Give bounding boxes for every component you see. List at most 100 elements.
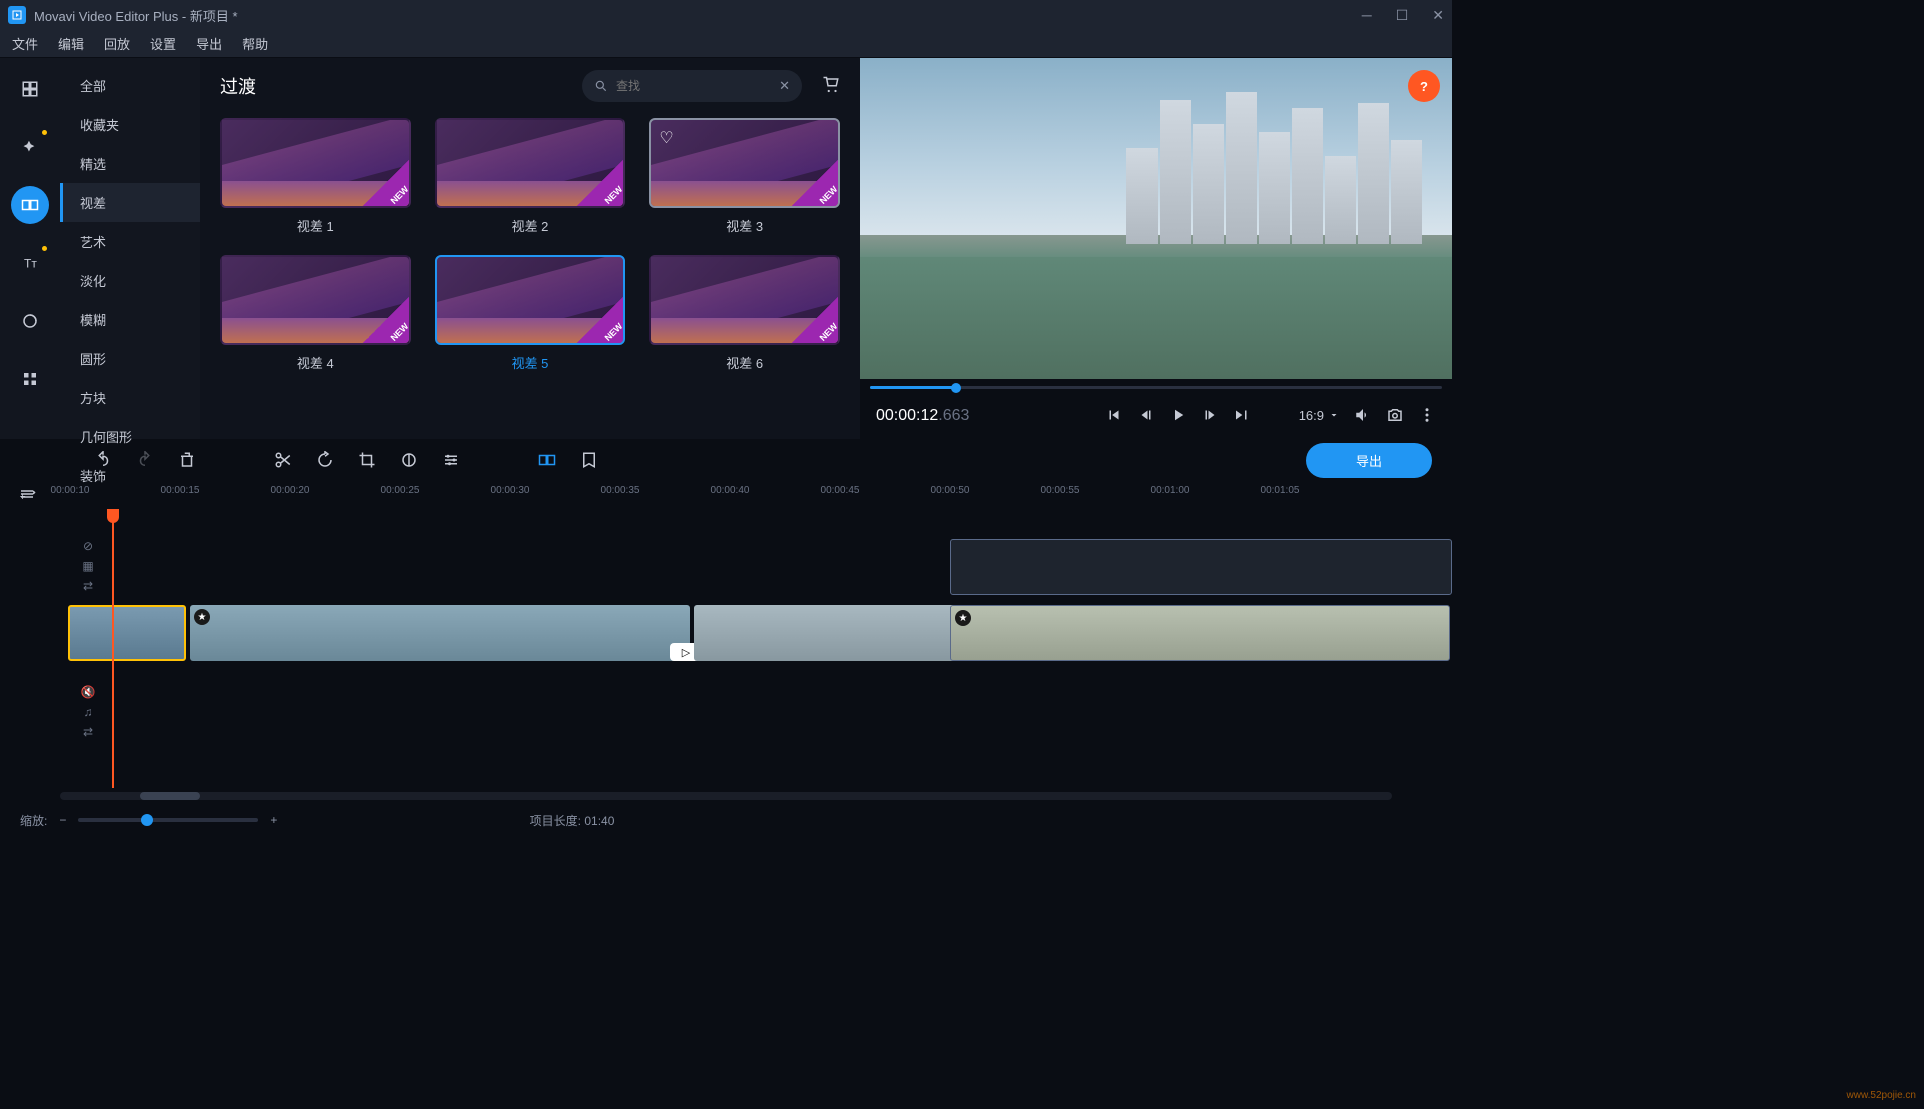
favorite-icon[interactable]: ♡: [659, 128, 673, 148]
ruler-tick: 00:00:20: [271, 485, 310, 496]
menu-playback[interactable]: 回放: [104, 34, 130, 53]
prev-clip-button[interactable]: [1105, 406, 1123, 424]
help-button[interactable]: ?: [1408, 70, 1440, 102]
rotate-button[interactable]: [316, 451, 334, 469]
clip-properties-button[interactable]: [442, 451, 460, 469]
transitions-button[interactable]: [11, 186, 49, 224]
timeline-ruler[interactable]: + 00:00:1000:00:1500:00:2000:00:2500:00:…: [0, 481, 1452, 509]
search-input[interactable]: [616, 79, 771, 93]
transition-item-1[interactable]: NEW视差 1: [220, 118, 411, 235]
add-track-button[interactable]: +: [18, 485, 36, 506]
ruler-tick: 00:00:50: [931, 485, 970, 496]
cat-featured[interactable]: 精选: [60, 144, 200, 183]
cat-parallax[interactable]: 视差: [60, 183, 200, 222]
playhead[interactable]: [112, 509, 114, 788]
overlay-track-icon[interactable]: ▦: [82, 559, 93, 573]
more-button[interactable]: [11, 360, 49, 398]
titles-button[interactable]: Tᴛ: [11, 244, 49, 282]
menu-settings[interactable]: 设置: [150, 34, 176, 53]
category-panel: 全部 收藏夹 精选 视差 艺术 淡化 模糊 圆形 方块 几何图形 装饰: [60, 58, 200, 439]
audio-link-icon[interactable]: ⇄: [83, 725, 93, 739]
delete-button[interactable]: [178, 451, 196, 469]
play-button[interactable]: [1169, 406, 1187, 424]
menu-help[interactable]: 帮助: [242, 34, 268, 53]
import-button[interactable]: [11, 70, 49, 108]
preview-more-button[interactable]: [1418, 406, 1436, 424]
cat-art[interactable]: 艺术: [60, 222, 200, 261]
transition-item-5[interactable]: NEW视差 5: [435, 255, 626, 372]
menu-export[interactable]: 导出: [196, 34, 222, 53]
ruler-tick: 00:00:15: [161, 485, 200, 496]
cat-circle[interactable]: 圆形: [60, 339, 200, 378]
stickers-button[interactable]: [11, 302, 49, 340]
video-clip-2[interactable]: ★: [190, 605, 690, 661]
clip-effect-icon[interactable]: ★: [955, 610, 971, 626]
zoom-in-button[interactable]: +: [270, 813, 277, 827]
export-button[interactable]: 导出: [1306, 443, 1432, 478]
ruler-tick: 00:00:30: [491, 485, 530, 496]
snapshot-button[interactable]: [1386, 406, 1404, 424]
cat-blur[interactable]: 模糊: [60, 300, 200, 339]
watermark: www.52pojie.cn: [1847, 1090, 1916, 1101]
transition-item-3[interactable]: ♡NEW视差 3: [649, 118, 840, 235]
search-icon: [594, 79, 608, 93]
aspect-ratio-select[interactable]: 16:9: [1299, 408, 1340, 423]
transition-item-4[interactable]: NEW视差 4: [220, 255, 411, 372]
undo-button[interactable]: [94, 451, 112, 469]
time-display: 00:00:12.663: [876, 405, 969, 425]
ruler-tick: 00:01:00: [1151, 485, 1190, 496]
ruler-tick: 00:00:40: [711, 485, 750, 496]
transition-wizard-button[interactable]: [538, 451, 556, 469]
zoom-label: 缩放:: [20, 812, 47, 829]
ruler-tick: 00:01:05: [1261, 485, 1300, 496]
transition-item-6[interactable]: NEW视差 6: [649, 255, 840, 372]
redo-button[interactable]: [136, 451, 154, 469]
playbar[interactable]: [870, 383, 1442, 391]
transitions-panel: 过渡 ✕ NEW视差 1 NEW视差 2 ♡NEW视差 3 NEW视差 4 NE…: [200, 58, 860, 439]
transition-item-2[interactable]: NEW视差 2: [435, 118, 626, 235]
cat-fade[interactable]: 淡化: [60, 261, 200, 300]
overlay-link-icon[interactable]: ⇄: [83, 579, 93, 593]
marker-button[interactable]: [580, 451, 598, 469]
filters-button[interactable]: [11, 128, 49, 166]
ruler-tick: 00:00:25: [381, 485, 420, 496]
overlay-visibility-icon[interactable]: ⊘: [83, 539, 93, 553]
menubar: 文件 编辑 回放 设置 导出 帮助: [0, 30, 1452, 58]
svg-text:+: +: [20, 491, 26, 503]
next-frame-button[interactable]: [1201, 406, 1219, 424]
zoom-out-button[interactable]: −: [59, 813, 66, 827]
maximize-button[interactable]: ☐: [1396, 7, 1409, 24]
toolbar-left: Tᴛ: [0, 58, 60, 439]
window-title: Movavi Video Editor Plus - 新项目 *: [34, 6, 1362, 25]
cart-icon[interactable]: [822, 76, 840, 97]
titlebar: Movavi Video Editor Plus - 新项目 * ─ ☐ ✕: [0, 0, 1452, 30]
clip-effect-icon[interactable]: ★: [194, 609, 210, 625]
crop-button[interactable]: [358, 451, 376, 469]
volume-button[interactable]: [1354, 406, 1372, 424]
color-adjust-button[interactable]: [400, 451, 418, 469]
cat-block[interactable]: 方块: [60, 378, 200, 417]
close-button[interactable]: ✕: [1432, 7, 1444, 24]
preview-panel: ? 00:00:12.663 16:9: [860, 58, 1452, 439]
next-clip-button[interactable]: [1233, 406, 1251, 424]
menu-file[interactable]: 文件: [12, 34, 38, 53]
preview-video[interactable]: ?: [860, 58, 1452, 379]
transitions-title: 过渡: [220, 73, 570, 99]
menu-edit[interactable]: 编辑: [58, 34, 84, 53]
clear-search-icon[interactable]: ✕: [779, 78, 790, 94]
prev-frame-button[interactable]: [1137, 406, 1155, 424]
cat-favorites[interactable]: 收藏夹: [60, 105, 200, 144]
overlay-clip[interactable]: [950, 539, 1452, 595]
audio-mute-icon[interactable]: 🔇: [81, 685, 96, 699]
minimize-button[interactable]: ─: [1362, 7, 1372, 24]
video-clip-1[interactable]: [68, 605, 186, 661]
cat-all[interactable]: 全部: [60, 66, 200, 105]
timeline-tracks[interactable]: ⊘ ▦ ⇄ 👁 🔊 ← ★ ▷ ▷ ★ 🔇 ♫ ⇄: [0, 509, 1452, 788]
svg-text:Tᴛ: Tᴛ: [24, 257, 37, 271]
zoom-slider[interactable]: [78, 818, 258, 822]
video-clip-4[interactable]: ★: [950, 605, 1450, 661]
search-box[interactable]: ✕: [582, 70, 802, 102]
cut-button[interactable]: [274, 451, 292, 469]
audio-track-icon[interactable]: ♫: [84, 705, 93, 719]
timeline-scrollbar[interactable]: [60, 792, 1392, 800]
